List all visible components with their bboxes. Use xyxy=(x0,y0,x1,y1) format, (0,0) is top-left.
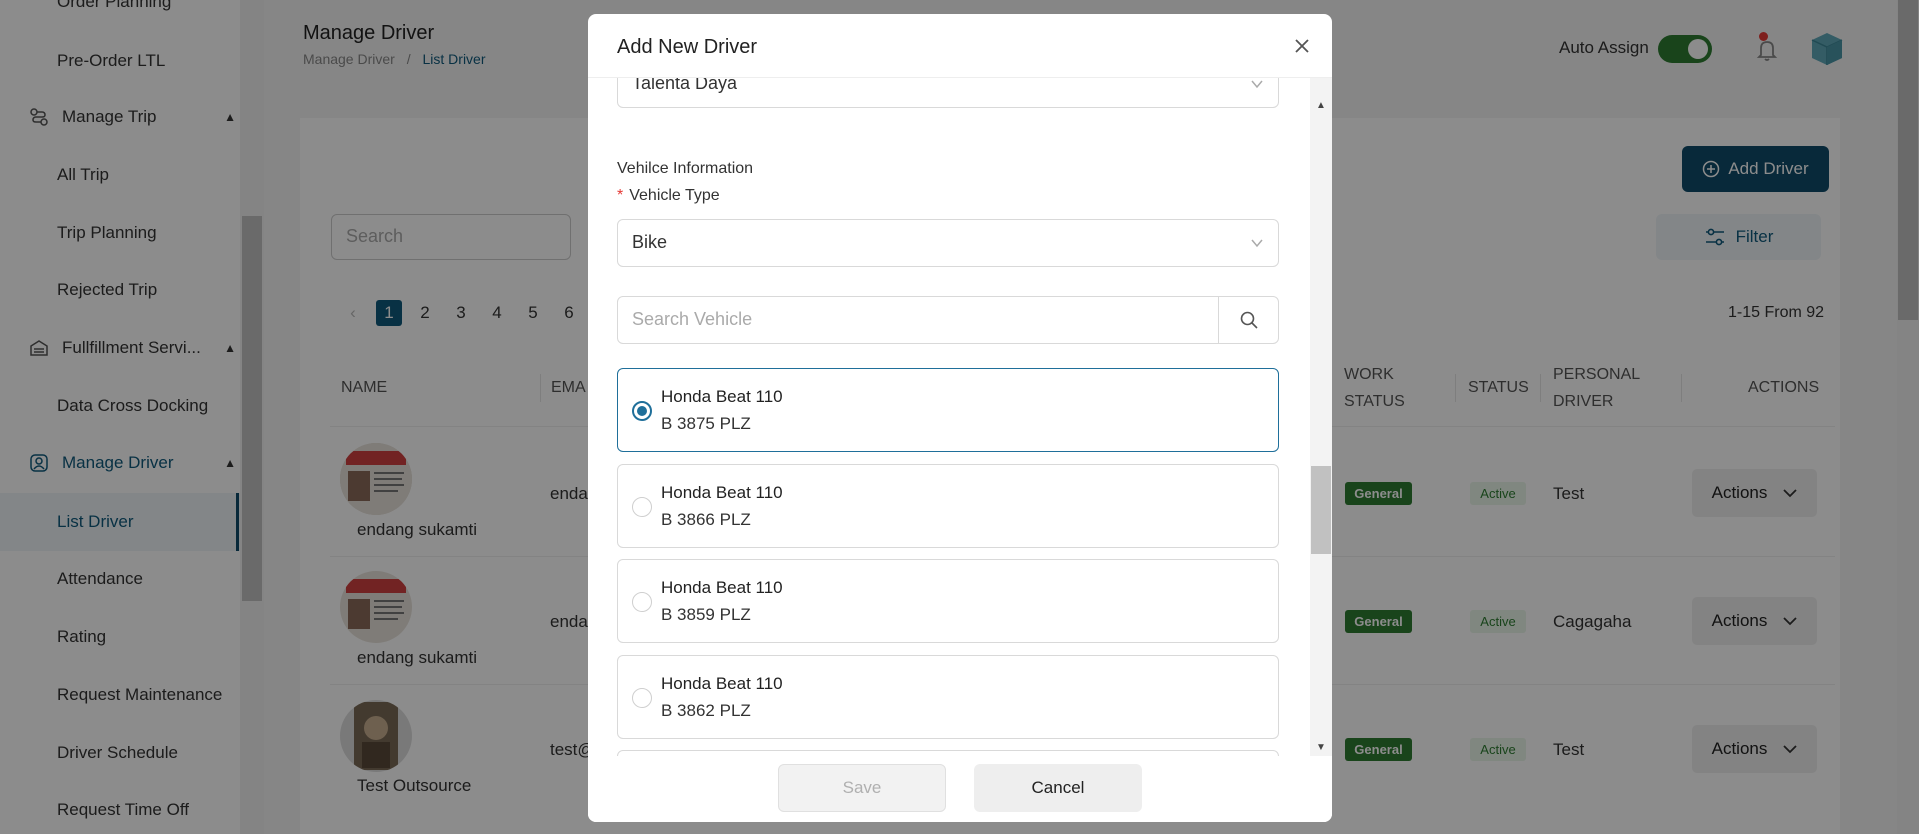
vehicle-option[interactable]: Honda Beat 110 B 3875 PLZ xyxy=(617,368,1279,452)
vehicle-type-label-text: Vehicle Type xyxy=(629,187,720,204)
radio-button[interactable] xyxy=(632,497,652,517)
vehicle-name: Honda Beat 110 xyxy=(661,674,783,693)
modal-scrollbar-thumb[interactable] xyxy=(1311,466,1331,554)
scroll-up-icon[interactable]: ▲ xyxy=(1316,100,1326,111)
modal-title: Add New Driver xyxy=(617,36,758,58)
chevron-down-icon xyxy=(1251,80,1263,89)
vehicle-plate: B 3875 PLZ xyxy=(661,414,751,433)
vehicle-plate: B 3862 PLZ xyxy=(661,701,751,720)
modal-scrollbar[interactable] xyxy=(1310,78,1332,756)
vehicle-search: Search Vehicle xyxy=(617,296,1279,344)
vehicle-type-value: Bike xyxy=(632,232,668,252)
vehicle-option[interactable]: Honda Beat 110 B 3862 PLZ xyxy=(617,655,1279,739)
modal-footer: Save Cancel xyxy=(588,756,1332,822)
company-select-value: Talenta Daya xyxy=(632,78,738,93)
search-icon[interactable] xyxy=(1218,297,1278,343)
scroll-down-icon[interactable]: ▼ xyxy=(1316,742,1326,753)
save-button[interactable]: Save xyxy=(778,764,946,812)
vehicle-name: Honda Beat 110 xyxy=(661,578,783,597)
modal-header: Add New Driver xyxy=(588,14,1332,78)
chevron-down-icon xyxy=(1251,239,1263,248)
vehicle-type-label: * Vehicle Type xyxy=(617,187,720,205)
radio-button[interactable] xyxy=(632,688,652,708)
cancel-button[interactable]: Cancel xyxy=(974,764,1142,812)
vehicle-plate: B 3859 PLZ xyxy=(661,605,751,624)
add-driver-modal: Add New Driver Talenta Daya Vehilce Info… xyxy=(588,14,1332,822)
close-icon[interactable] xyxy=(1290,34,1314,58)
company-select[interactable]: Talenta Daya xyxy=(617,78,1279,108)
modal-body: Talenta Daya Vehilce Information * Vehicl… xyxy=(588,78,1332,756)
radio-button[interactable] xyxy=(632,592,652,612)
vehicle-option[interactable]: Honda Beat 110 B 3866 PLZ xyxy=(617,464,1279,548)
vehicle-option[interactable]: Honda Beat 110 B 3859 PLZ xyxy=(617,559,1279,643)
vehicle-search-input[interactable]: Search Vehicle xyxy=(632,309,752,330)
vehicle-section-title: Vehilce Information xyxy=(617,160,754,177)
required-mark: * xyxy=(617,187,624,204)
radio-button[interactable] xyxy=(632,401,652,421)
vehicle-name: Honda Beat 110 xyxy=(661,387,783,406)
vehicle-type-select[interactable]: Bike xyxy=(617,219,1279,267)
vehicle-plate: B 3866 PLZ xyxy=(661,510,751,529)
vehicle-name: Honda Beat 110 xyxy=(661,483,783,502)
